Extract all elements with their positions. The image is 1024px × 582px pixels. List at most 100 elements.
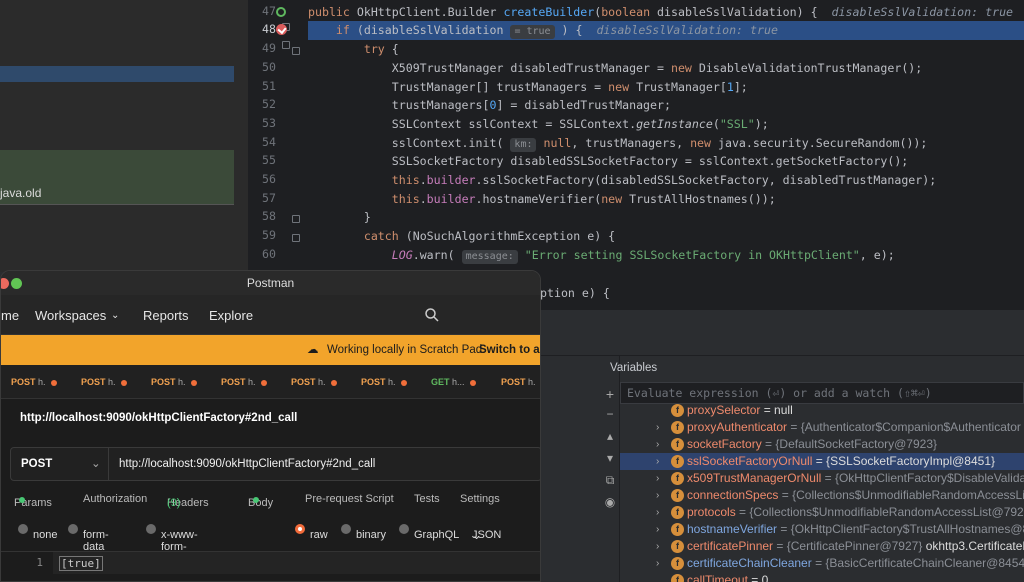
variable-row[interactable]: › f certificateChainCleaner = {BasicCertif…	[620, 555, 1024, 572]
code-line[interactable]: this.builder.hostnameVerifier(new TrustA…	[308, 190, 1024, 209]
line-number: 54	[262, 135, 276, 149]
request-tab[interactable]: POST h.	[291, 377, 337, 387]
code-line[interactable]: SSLSocketFactory disabledSSLSocketFactor…	[308, 152, 1024, 171]
body-none-radio[interactable]: none	[18, 524, 57, 541]
field-icon: f	[671, 421, 684, 434]
request-tabs: POST h. POST h. POST h. POST h. POST h. …	[1, 365, 540, 399]
line-number: 53	[262, 116, 276, 130]
close-window-icon[interactable]	[1, 278, 9, 289]
field-icon: f	[671, 557, 684, 570]
string-literal: "SSL"	[719, 117, 755, 131]
nav-reports[interactable]: Reports	[143, 308, 189, 323]
fold-icon[interactable]	[292, 47, 300, 55]
code-line[interactable]: try {	[308, 40, 1024, 59]
copy-icon[interactable]: ⧉	[604, 474, 616, 486]
project-selected-row[interactable]	[0, 66, 234, 82]
expand-arrow-icon[interactable]: ›	[656, 436, 659, 453]
code-line[interactable]: }	[308, 208, 1024, 227]
variable-value: = {Authenticator$Companion$Authenticator	[790, 420, 1021, 434]
nav-explore[interactable]: Explore	[209, 308, 253, 323]
watch-eye-icon[interactable]: ◉	[604, 496, 616, 508]
string-literal: "Error setting SSLSocketFactory in OKHtt…	[524, 248, 860, 262]
tab-settings[interactable]: Settings	[460, 493, 500, 505]
tab-prerequest-script[interactable]: Pre-request Script	[305, 493, 394, 505]
expand-arrow-icon[interactable]: ›	[656, 538, 659, 555]
move-up-icon[interactable]: ▴	[604, 430, 616, 442]
expand-arrow-icon[interactable]: ›	[656, 470, 659, 487]
body-urlencoded-radio[interactable]: x-www-form-urlencoded	[146, 524, 215, 565]
variable-row[interactable]: › f hostnameVerifier = {OkHttpClientFactor…	[620, 521, 1024, 538]
code-line-partial[interactable]: ption e) {	[540, 284, 1024, 303]
request-name[interactable]: http://localhost:9090/okHttpClientFactor…	[20, 412, 297, 424]
fold-icon[interactable]	[292, 234, 300, 242]
tab-tests[interactable]: Tests	[414, 493, 440, 505]
add-watch-icon[interactable]: +	[604, 387, 616, 401]
code-line[interactable]: X509TrustManager disabledTrustManager = …	[308, 59, 1024, 78]
request-tab[interactable]: POST h.	[361, 377, 407, 387]
code-editor[interactable]: 47 48 49 50 51 52 53 54 55 56 57 58 59 6…	[248, 0, 1024, 310]
code-line-current[interactable]: if (disableSslValidation = true ) { disa…	[308, 21, 1024, 40]
code-line[interactable]: TrustManager[] trustManagers = new Trust…	[308, 78, 1024, 97]
expand-arrow-icon[interactable]: ›	[656, 555, 659, 572]
chevron-down-icon: ⌄	[91, 458, 101, 470]
project-file-label[interactable]: java.old	[0, 186, 41, 200]
expand-arrow-icon[interactable]: ›	[656, 453, 659, 470]
status-dot-icon	[253, 497, 259, 503]
request-tab[interactable]: POST h.	[501, 377, 536, 387]
variable-row[interactable]: f proxySelector = null	[620, 402, 1024, 419]
body-type-options: none form-data x-www-form-urlencoded raw…	[1, 519, 540, 565]
line-number: 57	[262, 191, 276, 205]
variable-row[interactable]: › f connectionSpecs = {Collections$Unmodif…	[620, 487, 1024, 504]
breakpoint-icon[interactable]	[276, 24, 287, 35]
variable-row[interactable]: › f proxyAuthenticator = {Authenticator$Co…	[620, 419, 1024, 436]
code-line[interactable]: catch (NoSuchAlgorithmException e) {	[308, 227, 1024, 246]
request-tab[interactable]: POST h.	[11, 377, 57, 387]
zoom-window-icon[interactable]	[11, 278, 22, 289]
expand-arrow-icon[interactable]: ›	[656, 487, 659, 504]
method-select[interactable]: POST ⌄	[11, 448, 109, 480]
body-binary-radio[interactable]: binary	[341, 524, 386, 541]
line-number: 1	[36, 556, 43, 569]
unsaved-dot-icon	[50, 379, 57, 386]
expand-arrow-icon[interactable]: ›	[656, 521, 659, 538]
line-number: 58	[262, 209, 276, 223]
search-icon[interactable]	[425, 308, 439, 322]
request-tab[interactable]: GET h...	[431, 377, 476, 387]
body-editor[interactable]: 1 [true]	[1, 551, 540, 581]
code-line[interactable]: public OkHttpClient.Builder createBuilde…	[308, 3, 1024, 22]
nav-home[interactable]: me	[1, 308, 19, 323]
variable-name: certificateChainCleaner	[687, 556, 812, 570]
tab-authorization[interactable]: Authorization	[83, 493, 147, 505]
code-line[interactable]: trustManagers[0] = disabledTrustManager;	[308, 96, 1024, 115]
url-input[interactable]	[111, 448, 540, 480]
expand-arrow-icon[interactable]: ›	[656, 504, 659, 521]
body-form-data-radio[interactable]: form-data	[68, 524, 109, 553]
remove-watch-icon[interactable]: −	[604, 408, 616, 420]
fold-icon[interactable]	[282, 41, 290, 49]
variable-row[interactable]: › f certificatePinner = {CertificatePinner…	[620, 538, 1024, 555]
code-line[interactable]: SSLContext sslContext = SSLContext.getIn…	[308, 115, 1024, 134]
request-tab[interactable]: POST h.	[221, 377, 267, 387]
request-tab[interactable]: POST h.	[81, 377, 127, 387]
variable-value: = {BasicCertificateChainCleaner@8454}	[815, 556, 1024, 570]
body-graphql-radio[interactable]: GraphQL	[399, 524, 459, 541]
code-line[interactable]: this.builder.sslSocketFactory(disabledSS…	[308, 171, 1024, 190]
fold-icon[interactable]	[292, 215, 300, 223]
variable-row[interactable]: › f protocols = {Collections$UnmodifiableR…	[620, 504, 1024, 521]
nav-workspaces[interactable]: Workspaces	[35, 308, 106, 323]
variable-row[interactable]: › f x509TrustManagerOrNull = {OkHttpClient…	[620, 470, 1024, 487]
variable-row[interactable]: › f socketFactory = {DefaultSocketFactory@…	[620, 436, 1024, 453]
variable-row[interactable]: f callTimeout = 0	[620, 572, 1024, 582]
code-line[interactable]: LOG.warn( message: "Error setting SSLSoc…	[308, 246, 1024, 265]
move-down-icon[interactable]: ▾	[604, 452, 616, 464]
variable-row-selected[interactable]: › f sslSocketFactoryOrNull = {SSLSocketFac…	[620, 453, 1024, 470]
variable-value: = {SSLSocketFactoryImpl@8451}	[815, 454, 995, 468]
chevron-down-icon[interactable]: ⌄	[111, 310, 119, 321]
evaluate-expression-input[interactable]: Evaluate expression (⏎) or add a watch (…	[620, 382, 1024, 404]
body-text[interactable]: [true]	[59, 556, 103, 571]
run-gutter-icon[interactable]	[276, 7, 286, 17]
code-line[interactable]: sslContext.init( km: null, trustManagers…	[308, 134, 1024, 153]
request-tab[interactable]: POST h.	[151, 377, 197, 387]
body-raw-radio[interactable]: raw	[295, 524, 328, 541]
expand-arrow-icon[interactable]: ›	[656, 419, 659, 436]
